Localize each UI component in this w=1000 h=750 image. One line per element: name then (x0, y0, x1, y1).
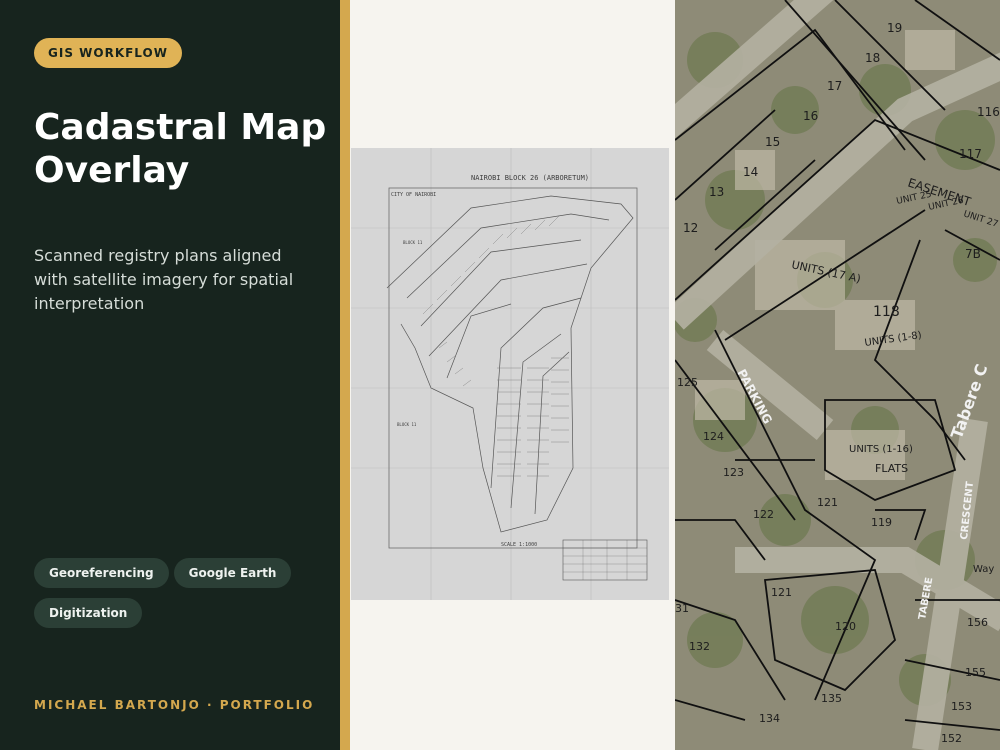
parcel-125: 125 (677, 376, 698, 389)
parcel-14: 14 (743, 165, 758, 179)
scan-heading: NAIROBI BLOCK 26 (ARBORETUM) (471, 174, 589, 182)
way-label: Way (973, 564, 994, 575)
accent-divider (340, 0, 350, 750)
parcel-119: 119 (871, 516, 892, 529)
tag-digitization[interactable]: Digitization (34, 598, 143, 628)
parcel-16: 16 (803, 109, 818, 123)
parcel-132: 132 (689, 640, 710, 653)
parcel-123: 123 (723, 466, 744, 479)
parcel-118: 118 (873, 304, 900, 320)
scanned-plan-panel: NAIROBI BLOCK 26 (ARBORETUM) CITY OF NAI… (350, 0, 675, 750)
scan-city: CITY OF NAIROBI (391, 192, 436, 198)
parcel-155: 155 (965, 666, 986, 679)
page-title: Cadastral Map Overlay (34, 107, 327, 191)
page-subtitle: Scanned registry plans aligned with sate… (34, 246, 294, 313)
parcel-134: 134 (759, 712, 780, 725)
parcel-116: 116 (977, 105, 1000, 119)
tag-georeferencing[interactable]: Georeferencing (34, 558, 169, 588)
sidebar: GIS WORKFLOW Cadastral Map Overlay Scann… (0, 0, 340, 750)
category-badge: GIS WORKFLOW (34, 38, 182, 68)
scan-scale: SCALE 1:1000 (501, 542, 537, 548)
parcel-17: 17 (827, 79, 842, 93)
parcel-122: 122 (753, 508, 774, 521)
tag-google-earth[interactable]: Google Earth (173, 558, 292, 588)
parcel-120: 120 (835, 620, 856, 633)
parcel-19: 19 (887, 21, 902, 35)
flats-label: FLATS (875, 462, 908, 475)
scanned-plan-drawing: NAIROBI BLOCK 26 (ARBORETUM) CITY OF NAI… (351, 148, 669, 600)
parcel-121b: 121 (817, 496, 838, 509)
parcel-117: 117 (959, 147, 982, 161)
parcel-124: 124 (703, 430, 724, 443)
satellite-overlay-panel: 19 18 17 16 15 14 13 12 116 117 EASEMENT… (675, 0, 1000, 750)
units-1-16-label: UNITS (1-16) (849, 444, 913, 455)
satellite-overlay-map: 19 18 17 16 15 14 13 12 116 117 EASEMENT… (675, 0, 1000, 750)
parcel-121: 121 (771, 586, 792, 599)
parcel-31: 31 (675, 602, 689, 615)
parcel-13: 13 (709, 185, 724, 199)
parcel-156: 156 (967, 616, 988, 629)
scanned-cadastral-plan: NAIROBI BLOCK 26 (ARBORETUM) CITY OF NAI… (351, 148, 669, 600)
parcel-7b: 7B (965, 247, 981, 261)
parcel-153: 153 (951, 700, 972, 713)
parcel-18: 18 (865, 51, 880, 65)
parcel-152: 152 (941, 732, 962, 745)
parcel-12: 12 (683, 221, 698, 235)
footer-credit: MICHAEL BARTONJO · PORTFOLIO (34, 698, 315, 712)
scan-block-b: BLOCK 11 (397, 422, 417, 427)
scan-block-a: BLOCK 11 (403, 240, 423, 245)
parcel-15: 15 (765, 135, 780, 149)
tag-list: Georeferencing Google Earth Digitization (34, 558, 324, 638)
parcel-135: 135 (821, 692, 842, 705)
